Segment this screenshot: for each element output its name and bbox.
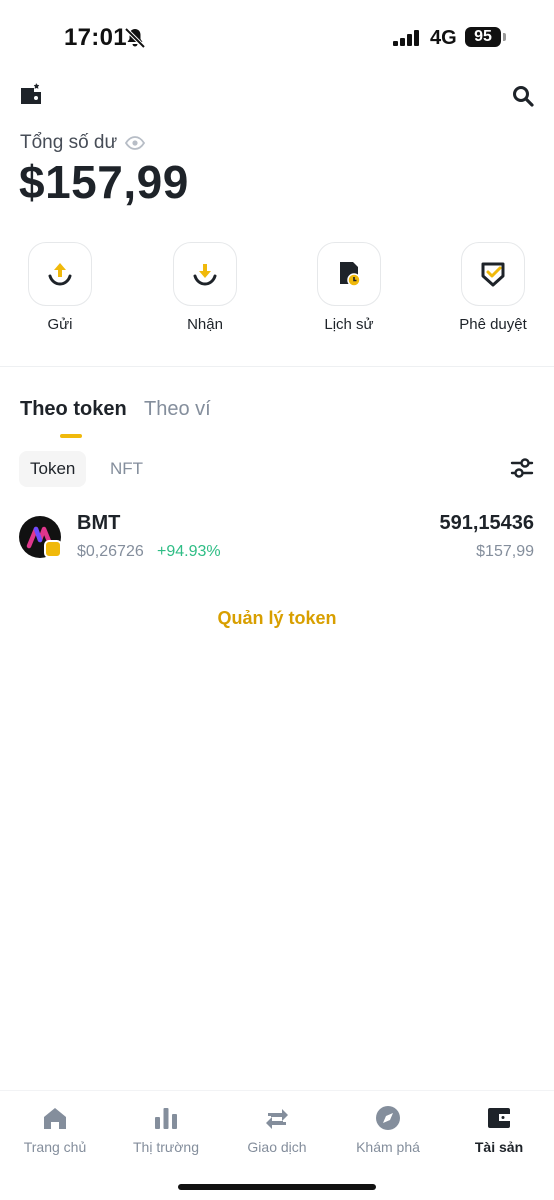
eye-icon[interactable]	[125, 136, 146, 150]
token-price: $0,26726	[77, 543, 144, 560]
home-indicator	[178, 1184, 376, 1190]
quick-actions: Gửi Nhận Lịch sử Phê duyệt	[0, 242, 554, 342]
token-row[interactable]: BMT $0,26726 +94.93% 591,15436 $157,99	[0, 506, 554, 570]
battery-tip	[503, 33, 506, 41]
market-icon	[155, 1108, 177, 1129]
approval-button[interactable]	[461, 242, 525, 306]
receive-button[interactable]	[173, 242, 237, 306]
active-tab-indicator	[60, 434, 82, 438]
history-action[interactable]: Lịch sử	[294, 242, 404, 333]
bnb-chain-badge-icon	[44, 540, 62, 558]
nav-assets[interactable]: Tài sản	[449, 1105, 549, 1155]
send-action[interactable]: Gửi	[5, 242, 115, 333]
chip-token[interactable]: Token	[19, 451, 87, 487]
nav-home[interactable]: Trang chủ	[5, 1105, 105, 1155]
nav-label-trade: Giao dịch	[247, 1139, 307, 1155]
history-button[interactable]	[317, 242, 381, 306]
status-time: 17:01	[64, 24, 127, 51]
trade-icon	[266, 1109, 288, 1129]
history-icon	[340, 262, 361, 287]
discover-icon	[376, 1106, 400, 1130]
nav-discover[interactable]: Khám phá	[338, 1105, 438, 1155]
nav-market[interactable]: Thị trường	[116, 1105, 216, 1155]
network-type: 4G	[430, 27, 457, 49]
status-bar: 17:01 4G 95	[0, 0, 554, 70]
balance-label-row: Tổng số dư	[20, 132, 146, 154]
token-amount: 591,15436	[439, 512, 534, 534]
nav-trade[interactable]: Giao dịch	[227, 1105, 327, 1155]
signal-icon	[393, 30, 419, 46]
receive-label: Nhận	[187, 316, 223, 333]
chip-nft[interactable]: NFT	[99, 451, 154, 487]
receive-icon	[193, 264, 217, 286]
nav-label-home: Trang chủ	[23, 1139, 87, 1155]
filter-icon[interactable]	[510, 457, 534, 479]
nav-label-discover: Khám phá	[356, 1139, 420, 1155]
approval-icon	[481, 262, 505, 287]
history-label: Lịch sử	[324, 316, 374, 333]
bell-off-icon	[124, 27, 146, 49]
wallet-icon	[488, 1108, 510, 1128]
token-value: $157,99	[476, 543, 534, 560]
receive-action[interactable]: Nhận	[150, 242, 260, 333]
nav-label-market: Thị trường	[132, 1139, 199, 1155]
send-label: Gửi	[47, 316, 73, 333]
home-icon	[44, 1108, 66, 1129]
total-balance-value: $157,99	[19, 156, 189, 208]
battery-indicator: 95	[465, 27, 501, 47]
tab-by-wallet[interactable]: Theo ví	[144, 398, 211, 421]
tab-by-token[interactable]: Theo token	[20, 398, 127, 421]
approval-action[interactable]: Phê duyệt	[438, 242, 548, 333]
balance-label: Tổng số dư	[20, 132, 118, 153]
token-symbol: BMT	[77, 512, 121, 534]
search-icon[interactable]	[512, 85, 534, 107]
section-divider	[0, 366, 554, 367]
send-icon	[48, 263, 72, 286]
token-price-change: +94.93%	[157, 543, 221, 560]
send-button[interactable]	[28, 242, 92, 306]
nav-label-assets: Tài sản	[474, 1139, 524, 1155]
approval-label: Phê duyệt	[459, 316, 527, 333]
wallet-settings-icon[interactable]	[20, 83, 42, 105]
manage-token-link[interactable]: Quản lý token	[0, 608, 554, 629]
